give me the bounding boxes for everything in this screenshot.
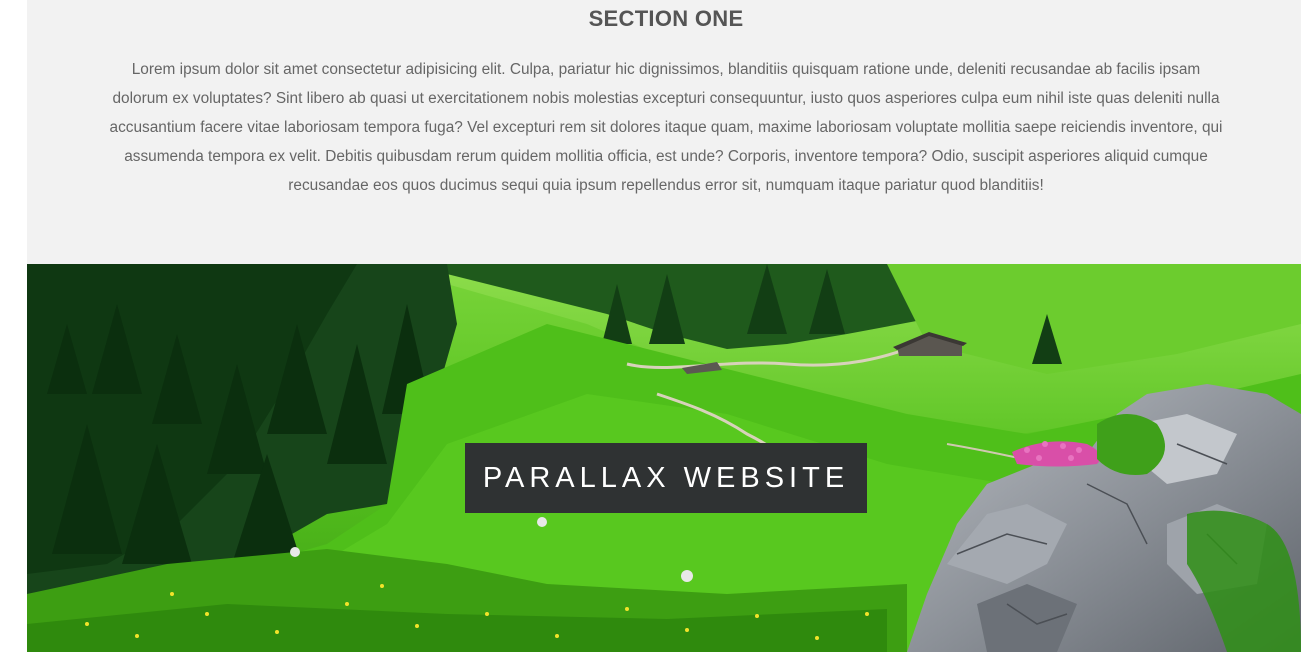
parallax-hero: PARALLAX WEBSITE xyxy=(27,264,1301,652)
page: SECTION ONE Lorem ipsum dolor sit amet c… xyxy=(0,0,1301,652)
section-paragraph: Lorem ipsum dolor sit amet consectetur a… xyxy=(109,61,1223,194)
section-title: SECTION ONE xyxy=(588,6,744,31)
section-one: SECTION ONE Lorem ipsum dolor sit amet c… xyxy=(27,0,1301,264)
parallax-website-heading: PARALLAX WEBSITE xyxy=(465,443,867,513)
